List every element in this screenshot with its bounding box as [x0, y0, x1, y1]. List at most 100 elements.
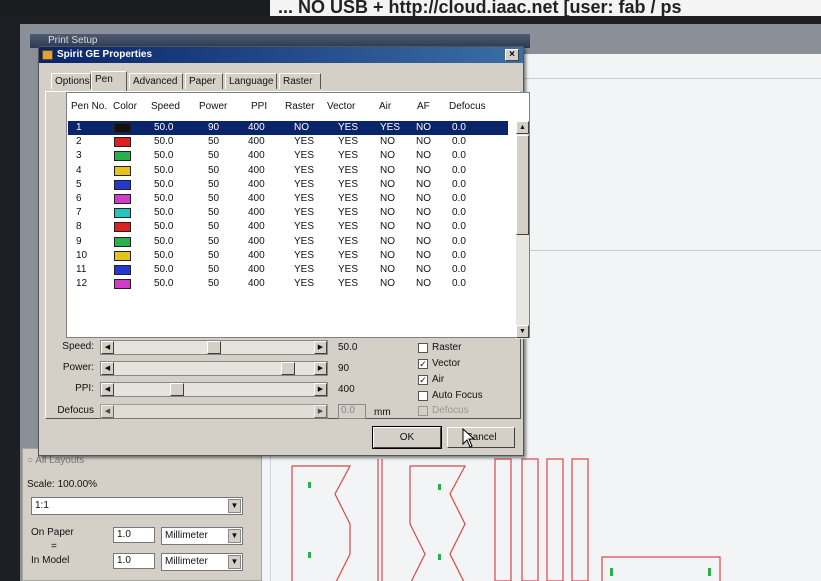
cell-air: NO — [380, 235, 395, 247]
pen-color-swatch[interactable] — [114, 222, 131, 233]
slider-left-icon[interactable]: ◀ — [101, 341, 114, 354]
slider-thumb[interactable] — [280, 362, 295, 375]
table-row[interactable]: 3 50.0 50 400 YES YES NO NO 0.0 — [68, 149, 508, 163]
table-row[interactable]: 5 50.0 50 400 YES YES NO NO 0.0 — [68, 178, 508, 192]
table-row[interactable]: 1 50.0 90 400 NO YES YES NO 0.0 — [68, 121, 508, 135]
slider-thumb[interactable] — [170, 383, 185, 396]
scroll-thumb[interactable] — [516, 135, 529, 235]
table-row[interactable]: 4 50.0 50 400 YES YES NO NO 0.0 — [68, 164, 508, 178]
in-model-unit-combo[interactable]: Millimeter ▼ — [161, 553, 243, 571]
pen-color-swatch[interactable] — [114, 137, 131, 148]
slider-right-icon[interactable]: ▶ — [314, 341, 327, 354]
cell-speed: 50.0 — [154, 150, 174, 162]
pen-color-swatch[interactable] — [114, 236, 131, 247]
pen-color-swatch[interactable] — [114, 279, 131, 290]
cell-af: NO — [416, 207, 431, 219]
checkbox-air[interactable]: ✓ Air — [418, 374, 444, 385]
pen-color-swatch[interactable] — [114, 151, 131, 162]
checkbox-label: Vector — [432, 358, 461, 369]
in-model-input[interactable]: 1.0 — [113, 553, 155, 569]
cell-af: NO — [416, 150, 431, 162]
print-setup-panel: ○ All Layouts Scale: 100.00% 1:1 ▼ On Pa… — [22, 448, 262, 581]
tab-paper[interactable]: Paper — [185, 73, 223, 89]
checkbox-raster[interactable]: Raster — [418, 342, 461, 353]
pen-color-swatch[interactable] — [114, 265, 131, 275]
cell-power: 50 — [208, 178, 220, 190]
pen-color-swatch[interactable] — [114, 165, 131, 176]
cell-speed: 50.0 — [154, 136, 174, 148]
slider-track[interactable]: ◀ ▶ — [100, 340, 328, 355]
tab-pen[interactable]: Pen — [91, 71, 127, 91]
table-row[interactable]: 9 50.0 50 400 YES YES NO NO 0.0 — [68, 235, 508, 249]
top-url-strip: ... NO USB + http://cloud.iaac.net [user… — [270, 0, 821, 16]
chevron-down-icon[interactable]: ▼ — [228, 529, 241, 543]
checkmark-icon[interactable]: ✓ — [418, 375, 428, 385]
tab-language[interactable]: Language — [225, 73, 277, 89]
slider-value: 50.0 — [338, 342, 358, 353]
chevron-down-icon[interactable]: ▼ — [228, 499, 241, 513]
cell-defocus: 0.0 — [452, 164, 466, 176]
cell-speed: 50.0 — [154, 221, 174, 233]
on-paper-unit-combo[interactable]: Millimeter ▼ — [161, 527, 243, 545]
cell-vector: YES — [338, 193, 359, 204]
slider-value: 90 — [338, 363, 350, 374]
cell-air: NO — [380, 136, 395, 148]
pen-color-swatch[interactable] — [114, 123, 131, 133]
cell-raster: YES — [294, 278, 315, 290]
scroll-down-icon[interactable]: ▼ — [516, 325, 529, 338]
cell-speed: 50.0 — [154, 235, 174, 247]
pen-tab-panel: Pen No. Color Speed Power PPI Raster Vec… — [45, 91, 530, 419]
all-layouts-radio[interactable]: ○ All Layouts — [27, 455, 467, 469]
cell-speed: 50.0 — [154, 278, 174, 290]
tab-advanced[interactable]: Advanced — [129, 73, 183, 89]
slider-value[interactable]: 0.0 — [338, 404, 366, 419]
tab-raster[interactable]: Raster — [279, 73, 321, 89]
slider-left-icon[interactable]: ◀ — [101, 362, 114, 375]
cell-air: NO — [380, 264, 395, 275]
cell-raster: YES — [294, 178, 315, 190]
cell-defocus: 0.0 — [452, 150, 466, 162]
table-row[interactable]: 6 50.0 50 400 YES YES NO NO 0.0 — [68, 192, 508, 206]
slider-label: PPI: — [75, 383, 94, 394]
tab-options[interactable]: Options — [51, 73, 91, 89]
checkbox-auto-focus[interactable]: Auto Focus — [418, 390, 483, 401]
scroll-up-icon[interactable]: ▲ — [516, 121, 529, 134]
empty-checkbox-icon[interactable] — [418, 343, 428, 353]
pen-color-swatch[interactable] — [114, 194, 131, 204]
cell-vector: YES — [338, 235, 359, 247]
slider-right-icon[interactable]: ▶ — [314, 362, 327, 375]
slider-right-icon: ▶ — [314, 405, 327, 418]
scale-combo[interactable]: 1:1 ▼ — [31, 497, 243, 515]
cancel-button[interactable]: Cancel — [447, 427, 515, 448]
table-scrollbar[interactable]: ▲ ▼ — [516, 121, 529, 339]
slider-right-icon[interactable]: ▶ — [314, 383, 327, 396]
table-row[interactable]: 11 50.0 50 400 YES YES NO NO 0.0 — [68, 263, 508, 277]
checkmark-icon[interactable]: ✓ — [418, 359, 428, 369]
table-row[interactable]: 12 50.0 50 400 YES YES NO NO 0.0 — [68, 277, 508, 291]
cell-af: NO — [416, 278, 431, 290]
col-header-af: AF — [417, 101, 430, 112]
mouse-pointer-icon — [462, 428, 476, 448]
cell-raster: YES — [294, 207, 315, 219]
cell-pen-no: 3 — [76, 150, 82, 162]
table-row[interactable]: 10 50.0 50 400 YES YES NO NO 0.0 — [68, 249, 508, 263]
slider-left-icon[interactable]: ◀ — [101, 383, 114, 396]
empty-checkbox-icon[interactable] — [418, 391, 428, 401]
table-row[interactable]: 8 50.0 50 400 YES YES NO NO 0.0 — [68, 220, 508, 234]
slider-track[interactable]: ◀ ▶ — [100, 361, 328, 376]
table-row[interactable]: 7 50.0 50 400 YES YES NO NO 0.0 — [68, 206, 508, 220]
chevron-down-icon[interactable]: ▼ — [228, 555, 241, 569]
slider-track[interactable]: ◀ ▶ — [100, 382, 328, 397]
on-paper-input[interactable]: 1.0 — [113, 527, 155, 543]
close-button[interactable]: × — [505, 49, 519, 61]
pen-color-swatch[interactable] — [114, 250, 131, 261]
pen-color-swatch[interactable] — [114, 179, 131, 190]
table-row[interactable]: 2 50.0 50 400 YES YES NO NO 0.0 — [68, 135, 508, 149]
pen-color-swatch[interactable] — [114, 208, 131, 219]
dialog-titlebar[interactable]: Spirit GE Properties × — [39, 47, 523, 63]
ok-button[interactable]: OK — [372, 426, 442, 449]
checkbox-vector[interactable]: ✓ Vector — [418, 358, 460, 369]
dialog-title: Spirit GE Properties — [57, 49, 153, 60]
slider-thumb[interactable] — [207, 341, 221, 354]
col-header-color: Color — [113, 101, 137, 112]
